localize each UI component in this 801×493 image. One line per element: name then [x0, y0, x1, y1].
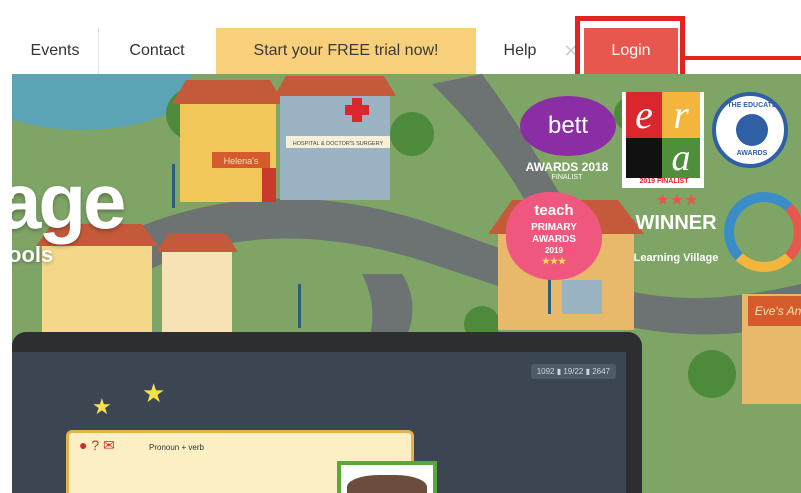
era-letter-a: a [662, 138, 700, 178]
hero-subtitle: ools [12, 242, 54, 267]
winner-subtitle: Learning Village [633, 252, 719, 264]
bett-award-logo: bett [520, 96, 616, 156]
era-letter-r: r [662, 92, 700, 138]
educate-awards-logo: THE EDUCATE AWARDS [712, 92, 788, 168]
corner-shop-sign: Eve's An [748, 296, 801, 326]
circular-award-logo [724, 192, 801, 272]
top-navbar: Events Contact Start your FREE trial now… [0, 0, 801, 88]
teach-awards: AWARDS [532, 234, 576, 245]
game-exercise-label: Pronoun + verb [149, 443, 204, 452]
free-trial-button[interactable]: Start your FREE trial now! [216, 28, 476, 74]
highlight-arrow-line [684, 56, 801, 60]
era-letter-e: e [626, 92, 662, 138]
bett-award-status: FINALIST [551, 174, 583, 181]
era-award-year: 2019 FINALIST [639, 178, 689, 185]
winner-title: WINNER [635, 212, 717, 234]
winner-stars: ★★★ [655, 192, 699, 209]
nav-help-link[interactable]: Help [478, 28, 562, 74]
shop-sign-text: Helena's [224, 156, 259, 166]
bett-award-caption: AWARDS 2018 [525, 160, 609, 174]
star-icon: ★ [92, 394, 112, 419]
game-photo-frame [337, 461, 437, 493]
teach-primary-award-logo: teach PRIMARY AWARDS 2019 ★★★ [506, 192, 602, 280]
nav-contact-link[interactable]: Contact [98, 28, 215, 74]
nav-events-link[interactable]: Events [12, 28, 98, 74]
teach-stars: ★★★ [541, 256, 567, 266]
star-icon: ★ [142, 378, 166, 408]
educate-awards-label: AWARDS [736, 150, 768, 157]
teach-primary: PRIMARY [531, 222, 577, 233]
era-award-logo: e r a 2019 FINALIST [622, 92, 704, 188]
game-control-icons: ● ? ✉ [79, 437, 115, 453]
hospital-sign-text: HOSPITAL & DOCTOR'S SURGERY [293, 141, 384, 147]
hero-banner: Helena's HOSPITAL & DOCTOR'S SURGERY age… [12, 74, 801, 493]
game-card: ● ? ✉ Pronoun + verb [66, 430, 437, 493]
educate-triangle-icon [736, 114, 768, 146]
era-portrait-icon [626, 138, 662, 178]
laptop-screen: ★ ★ ★ 1092 ▮ 19/22 ▮ 2647 ● ? ✉ Pronoun … [12, 352, 626, 493]
photo-people-image [347, 475, 427, 493]
laptop-mockup: ★ ★ ★ 1092 ▮ 19/22 ▮ 2647 ● ? ✉ Pronoun … [12, 332, 642, 493]
teach-year: 2019 [545, 246, 563, 255]
educate-awards-title: THE EDUCATE [727, 102, 777, 109]
hero-title: age [12, 157, 126, 245]
teach-word: teach [534, 202, 574, 219]
game-score-toolbar: 1092 ▮ 19/22 ▮ 2647 [530, 364, 616, 379]
